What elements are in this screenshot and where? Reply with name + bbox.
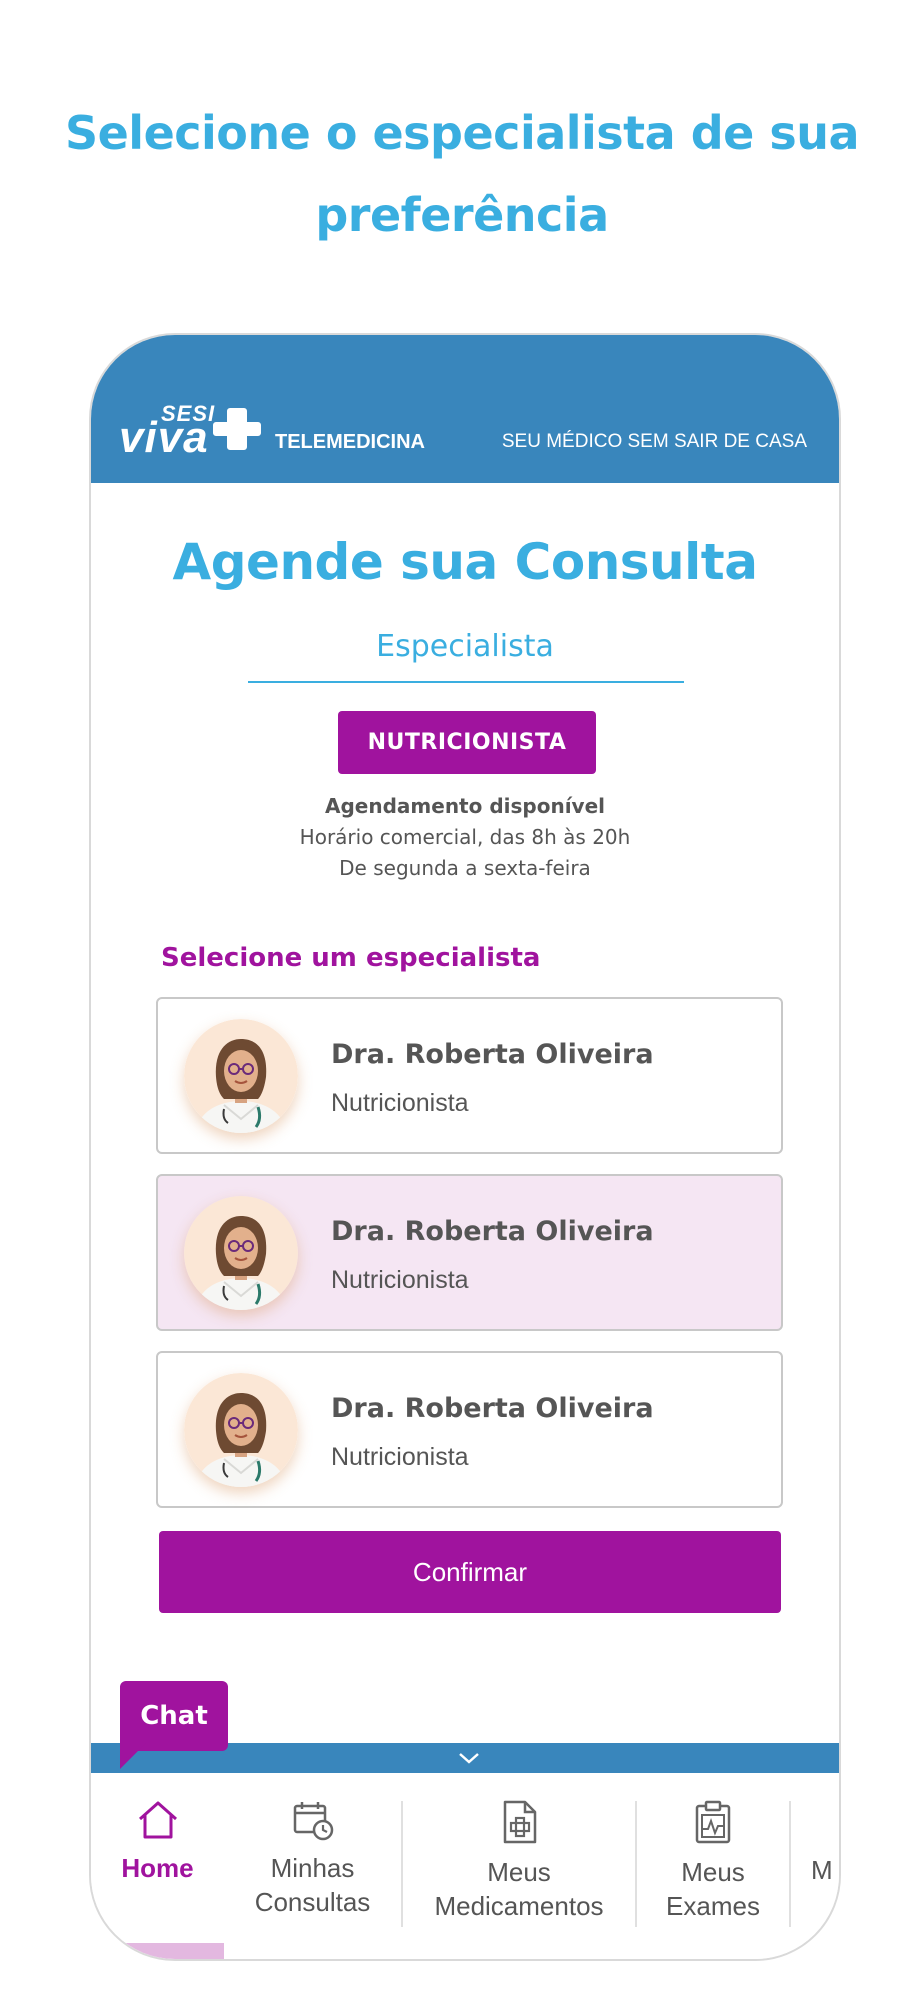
doctor-card[interactable]: Dra. Roberta Oliveira Nutricionista	[156, 1351, 783, 1508]
select-specialist-label: Selecione um especialista	[161, 943, 541, 973]
doctor-name: Dra. Roberta Oliveira	[331, 1393, 654, 1424]
doctor-card[interactable]: Dra. Roberta Oliveira Nutricionista	[156, 997, 783, 1154]
nav-label-medicamentos-2: Medicamentos	[434, 1891, 604, 1921]
nav-item-exames[interactable]: Meus Exames	[637, 1773, 789, 1943]
plus-icon	[213, 408, 261, 450]
specialist-subtitle: Especialista	[376, 629, 554, 664]
nav-label-consultas-1: Minhas	[270, 1853, 355, 1883]
confirm-button[interactable]: Confirmar	[159, 1531, 781, 1613]
bottom-nav: Home Minhas Consultas Meus Medicamentos …	[91, 1773, 839, 1959]
doctor-name: Dra. Roberta Oliveira	[331, 1039, 654, 1070]
availability-info: Agendamento disponível Horário comercial…	[91, 791, 839, 884]
nav-item-home[interactable]: Home	[91, 1773, 224, 1943]
availability-hours: Horário comercial, das 8h às 20h	[299, 825, 631, 849]
page-title: Agende sua Consulta	[172, 533, 758, 591]
nav-label-exames-2: Exames	[666, 1891, 760, 1921]
home-icon	[138, 1801, 177, 1839]
doctor-name: Dra. Roberta Oliveira	[331, 1216, 654, 1247]
nav-label-medicamentos-1: Meus	[487, 1857, 551, 1887]
availability-heading: Agendamento disponível	[325, 794, 605, 818]
chevron-down-icon	[459, 1753, 479, 1764]
nav-label-home: Home	[121, 1853, 194, 1883]
nav-label-more: M	[811, 1855, 833, 1885]
doctor-specialty: Nutricionista	[331, 1266, 469, 1294]
header-slogan: SEU MÉDICO SEM SAIR DE CASA	[501, 431, 807, 452]
app-header: SESI viva TELEMEDICINA SEU MÉDICO SEM SA…	[91, 335, 839, 483]
header-brand: TELEMEDICINA	[275, 431, 425, 453]
home-active-indicator	[91, 1943, 224, 1959]
nav-label-exames-1: Meus	[681, 1857, 745, 1887]
doctor-specialty: Nutricionista	[331, 1089, 469, 1117]
chat-button[interactable]: Chat	[120, 1681, 228, 1751]
chat-bubble-tail	[120, 1743, 146, 1769]
nav-label-consultas-2: Consultas	[254, 1887, 371, 1917]
nav-divider	[789, 1801, 791, 1927]
prescription-icon	[503, 1800, 537, 1844]
nav-item-more[interactable]: M	[811, 1773, 839, 1943]
phone-frame: SESI viva TELEMEDICINA SEU MÉDICO SEM SA…	[89, 333, 841, 1961]
subtitle-underline	[248, 681, 684, 683]
nav-item-medicamentos[interactable]: Meus Medicamentos	[403, 1773, 635, 1943]
doctor-avatar	[184, 1196, 298, 1310]
doctor-avatar	[184, 1373, 298, 1487]
nav-item-consultas[interactable]: Minhas Consultas	[224, 1773, 401, 1943]
doctor-specialty: Nutricionista	[331, 1443, 469, 1471]
calendar-clock-icon	[293, 1802, 333, 1841]
promo-headline: Selecione o especialista de sua preferên…	[64, 106, 860, 242]
doctor-avatar	[184, 1019, 298, 1133]
doctor-card[interactable]: Dra. Roberta Oliveira Nutricionista	[156, 1174, 783, 1331]
specialty-button[interactable]: NUTRICIONISTA	[338, 711, 596, 774]
clipboard-chart-icon	[695, 1800, 731, 1844]
logo-viva-text: viva	[119, 413, 209, 462]
availability-days: De segunda a sexta-feira	[339, 856, 591, 880]
sesi-viva-logo: SESI viva	[119, 401, 269, 462]
